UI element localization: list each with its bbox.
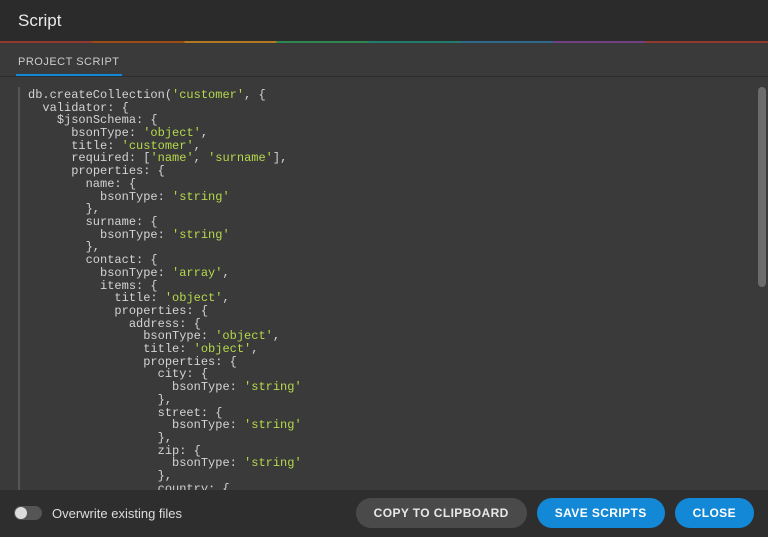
- code-text: db.createCollection('customer', { valida…: [28, 89, 760, 490]
- save-scripts-button[interactable]: SAVE SCRIPTS: [537, 498, 665, 528]
- accent-divider: [0, 41, 768, 43]
- footer-bar: Overwrite existing files COPY TO CLIPBOA…: [0, 490, 768, 537]
- overwrite-label: Overwrite existing files: [52, 506, 182, 521]
- tab-project-script[interactable]: PROJECT SCRIPT: [16, 50, 122, 76]
- window-title: Script: [18, 11, 61, 31]
- tab-strip: PROJECT SCRIPT: [0, 47, 768, 77]
- overwrite-toggle[interactable]: [14, 506, 42, 520]
- titlebar: Script: [0, 0, 768, 41]
- script-dialog: Script PROJECT SCRIPT db.createCollectio…: [0, 0, 768, 537]
- vertical-scrollbar[interactable]: [758, 87, 766, 287]
- copy-to-clipboard-button[interactable]: COPY TO CLIPBOARD: [356, 498, 527, 528]
- close-button[interactable]: CLOSE: [675, 498, 754, 528]
- toggle-knob: [15, 507, 27, 519]
- code-editor[interactable]: db.createCollection('customer', { valida…: [18, 87, 760, 490]
- content-area: db.createCollection('customer', { valida…: [0, 77, 768, 490]
